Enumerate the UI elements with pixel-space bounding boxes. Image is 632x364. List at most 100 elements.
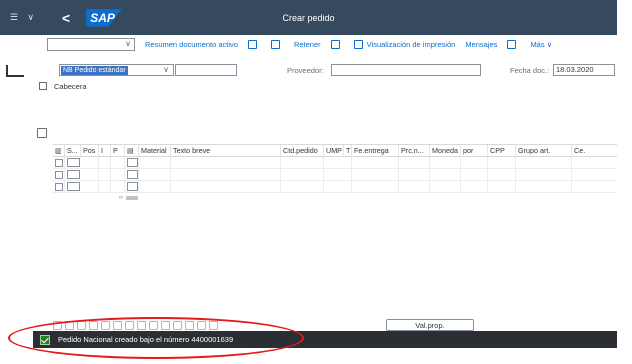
cell[interactable] (99, 169, 111, 180)
row-select[interactable] (53, 181, 65, 192)
help-button[interactable] (507, 39, 520, 49)
scroll-thumb[interactable] (126, 196, 138, 200)
header-section-label[interactable]: Cabecera (54, 82, 87, 91)
cell[interactable] (171, 169, 281, 180)
cell[interactable] (488, 181, 516, 192)
hold-button[interactable]: Retener (294, 40, 321, 49)
cell[interactable] (99, 157, 111, 168)
cell[interactable] (99, 181, 111, 192)
cell[interactable] (352, 157, 399, 168)
material-field[interactable] (127, 170, 138, 179)
col-header[interactable]: por (461, 145, 488, 156)
cell[interactable] (171, 157, 281, 168)
material-field[interactable] (127, 158, 138, 167)
status-cell[interactable] (65, 181, 99, 192)
items-expand-icon[interactable] (37, 128, 47, 138)
back-button[interactable]: < (62, 10, 70, 26)
cell[interactable] (516, 169, 572, 180)
cell[interactable] (139, 169, 171, 180)
col-header[interactable]: UMP (324, 145, 344, 156)
cell[interactable] (139, 181, 171, 192)
cell[interactable] (324, 181, 352, 192)
checkbox[interactable] (55, 170, 63, 179)
print-preview-button[interactable]: Visualización de impresión (353, 39, 455, 49)
add-row-icon[interactable] (65, 320, 74, 330)
settings-icon[interactable] (197, 320, 206, 330)
new-doc-button[interactable] (247, 39, 261, 49)
cell[interactable] (430, 181, 461, 192)
cell[interactable] (488, 157, 516, 168)
layout-icon[interactable] (185, 320, 194, 330)
cell[interactable] (488, 169, 516, 180)
cell[interactable] (352, 169, 399, 180)
col-header[interactable]: Material (139, 145, 171, 156)
check-button[interactable] (330, 39, 344, 49)
cell[interactable] (171, 181, 281, 192)
row-select[interactable] (53, 169, 65, 180)
cell[interactable] (281, 157, 324, 168)
messages-button[interactable]: Mensajes (465, 40, 497, 49)
cell[interactable] (430, 169, 461, 180)
col-header[interactable]: S... (65, 145, 81, 156)
cell[interactable] (281, 169, 324, 180)
cell[interactable] (352, 181, 399, 192)
export-icon[interactable] (173, 320, 182, 330)
menu-button[interactable]: ☰ ∨ (7, 8, 37, 28)
checkbox[interactable] (55, 182, 63, 191)
cell[interactable] (324, 169, 352, 180)
edit-icon[interactable] (209, 320, 218, 330)
cell[interactable] (399, 169, 430, 180)
expand-icon[interactable] (39, 82, 47, 90)
col-header[interactable]: I (99, 145, 111, 156)
date-input[interactable]: 18.03.2020 (553, 64, 615, 76)
col-header[interactable]: CPP (488, 145, 516, 156)
cell[interactable] (139, 157, 171, 168)
material-cell[interactable] (125, 169, 139, 180)
cell[interactable] (461, 169, 488, 180)
col-header[interactable]: Ctd.pedido (281, 145, 324, 156)
default-values-button[interactable]: Val.prop. (386, 319, 474, 331)
toolbar-select[interactable]: ∨ (47, 37, 135, 51)
col-header[interactable]: T (344, 145, 352, 156)
position-field[interactable] (67, 170, 80, 179)
material-cell[interactable] (125, 181, 139, 192)
column-settings-icon[interactable]: ▥ (53, 145, 65, 156)
row-select[interactable] (53, 157, 65, 168)
checkbox[interactable] (55, 158, 63, 167)
scroll-right-icon[interactable]: › (121, 195, 123, 201)
sum-icon[interactable] (161, 320, 170, 330)
sort-asc-icon[interactable] (125, 320, 134, 330)
cell[interactable] (281, 181, 324, 192)
material-field[interactable] (127, 182, 138, 191)
open-button[interactable] (270, 39, 284, 49)
position-field[interactable] (67, 182, 80, 191)
cell[interactable] (324, 157, 352, 168)
cell[interactable] (516, 157, 572, 168)
more-button[interactable]: Más ∨ (530, 40, 552, 49)
status-message[interactable]: Pedido Nacional creado bajo el número 44… (58, 335, 233, 344)
col-header[interactable]: Pos (81, 145, 99, 156)
position-field[interactable] (67, 158, 80, 167)
col-header[interactable]: P (111, 145, 125, 156)
cell[interactable] (111, 169, 125, 180)
horizontal-scrollbar[interactable]: ‹ › (119, 195, 179, 201)
sort-desc-icon[interactable] (137, 320, 146, 330)
status-cell[interactable] (65, 169, 99, 180)
col-header[interactable]: Ce. (572, 145, 600, 156)
cell[interactable] (461, 181, 488, 192)
deselect-icon[interactable] (113, 320, 122, 330)
cell[interactable] (516, 181, 572, 192)
col-header[interactable]: Prc.n... (399, 145, 430, 156)
status-cell[interactable] (65, 157, 99, 168)
delete-row-icon[interactable] (89, 320, 98, 330)
doc-number-input[interactable] (175, 64, 237, 76)
col-header-icon[interactable]: ▤ (125, 145, 139, 156)
copy-row-icon[interactable] (77, 320, 86, 330)
details-icon[interactable] (53, 320, 62, 330)
cell[interactable] (111, 157, 125, 168)
cell[interactable] (111, 181, 125, 192)
col-header[interactable]: Moneda (430, 145, 461, 156)
summary-button[interactable]: Resumen documento activo (145, 40, 238, 49)
select-all-icon[interactable] (101, 320, 110, 330)
cell[interactable] (461, 157, 488, 168)
